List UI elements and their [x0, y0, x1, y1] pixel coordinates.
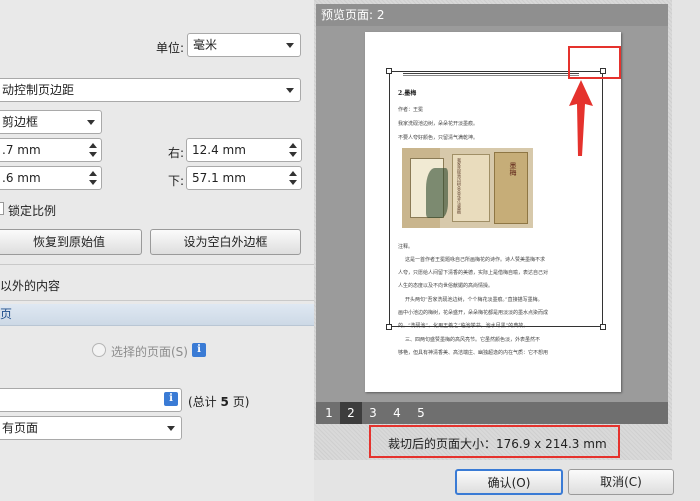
right-margin-label: 右: [168, 146, 185, 160]
spinner-arrows-icon[interactable] [289, 142, 297, 158]
page-tab[interactable]: 1 [318, 402, 340, 424]
unit-value: 毫米 [193, 38, 218, 52]
chevron-down-icon [286, 43, 294, 48]
spinner-arrows-icon[interactable] [89, 170, 97, 186]
bottom-margin-spinner[interactable]: 57.1 mm [186, 166, 302, 190]
crop-handle[interactable] [386, 68, 392, 74]
crop-handle[interactable] [600, 324, 606, 330]
divider [0, 264, 314, 265]
spinner-arrows-icon[interactable] [289, 170, 297, 186]
preview-title: 预览页面: 2 [321, 8, 385, 22]
highlight-box [568, 46, 621, 79]
left-margin-spinner[interactable]: .7 mm [0, 138, 102, 162]
chevron-down-icon [167, 426, 175, 431]
top-margin-spinner[interactable]: .6 mm [0, 166, 102, 190]
scrollbar-area [672, 0, 700, 501]
total-pages-label: (总计 5 页) [188, 395, 250, 409]
apply-pages-value: 有页面 [2, 421, 39, 435]
selected-pages-radio[interactable] [92, 343, 106, 357]
spinner-arrows-icon[interactable] [89, 142, 97, 158]
lock-ratio-checkbox[interactable] [0, 202, 4, 215]
info-icon[interactable]: i [164, 392, 178, 406]
apply-pages-select[interactable]: 有页面 [0, 416, 182, 440]
selected-pages-label: 选择的页面(S) [111, 345, 188, 359]
preview-header: 预览页面: 2 [316, 4, 668, 26]
preview-area: 2.墨梅 作者：王冕 我家洗砚池边树，朵朵花开淡墨痕。 不要人夸好颜色，只留清气… [316, 26, 668, 402]
page-range-section-header: 页 [0, 304, 314, 326]
set-blank-margin-button[interactable]: 设为空白外边框 [150, 229, 301, 255]
outside-content-label: 以外的内容 [0, 279, 61, 293]
right-margin-spinner[interactable]: 12.4 mm [186, 138, 302, 162]
bottom-margin-value: 57.1 mm [192, 171, 246, 185]
page-navigator: 1 2 3 4 5 [316, 402, 668, 424]
chevron-down-icon [286, 88, 294, 93]
crop-size-text: 裁切后的页面大小：176.9 x 214.3 mm [388, 437, 607, 451]
crop-handle[interactable] [386, 324, 392, 330]
lock-ratio-label: 锁定比例 [8, 204, 57, 218]
crop-box-value: 剪边框 [2, 115, 39, 129]
unit-select[interactable]: 毫米 [187, 33, 301, 57]
unit-label: 单位: [156, 41, 185, 55]
doc-paragraph: 够艳，但具有神清香美、高洁端庄、幽独超逸的内在气质：它不想用 [398, 350, 549, 356]
divider [0, 300, 314, 301]
margin-mode-select[interactable]: 动控制页边距 [0, 78, 301, 102]
page-tab[interactable]: 2 [340, 402, 362, 424]
page-tab[interactable]: 5 [410, 402, 432, 424]
bottom-margin-label: 下: [168, 174, 185, 188]
doc-paragraph: 三、四两句盛赞墨梅的高风亮节。它虽然颜色淡，外表虽然不 [405, 337, 541, 343]
crop-box-select[interactable]: 剪边框 [0, 110, 102, 134]
up-arrow-icon [569, 80, 593, 156]
crop-settings-panel: 单位: 毫米 动控制页边距 剪边框 .7 mm 右: 12.4 mm .6 mm… [0, 0, 314, 501]
page-tab[interactable]: 4 [386, 402, 408, 424]
page-range-input[interactable] [0, 388, 182, 412]
right-margin-value: 12.4 mm [192, 143, 246, 157]
top-margin-value: .6 mm [2, 171, 41, 185]
info-icon[interactable]: i [192, 343, 206, 357]
ok-button[interactable]: 确认(O) [455, 469, 563, 495]
page-range-title: 页 [0, 307, 13, 321]
chevron-down-icon [87, 120, 95, 125]
left-margin-value: .7 mm [2, 143, 41, 157]
margin-mode-value: 动控制页边距 [2, 83, 75, 97]
page-tab[interactable]: 3 [362, 402, 384, 424]
cancel-button[interactable]: 取消(C) [568, 469, 674, 495]
restore-original-button[interactable]: 恢复到原始值 [0, 229, 142, 255]
